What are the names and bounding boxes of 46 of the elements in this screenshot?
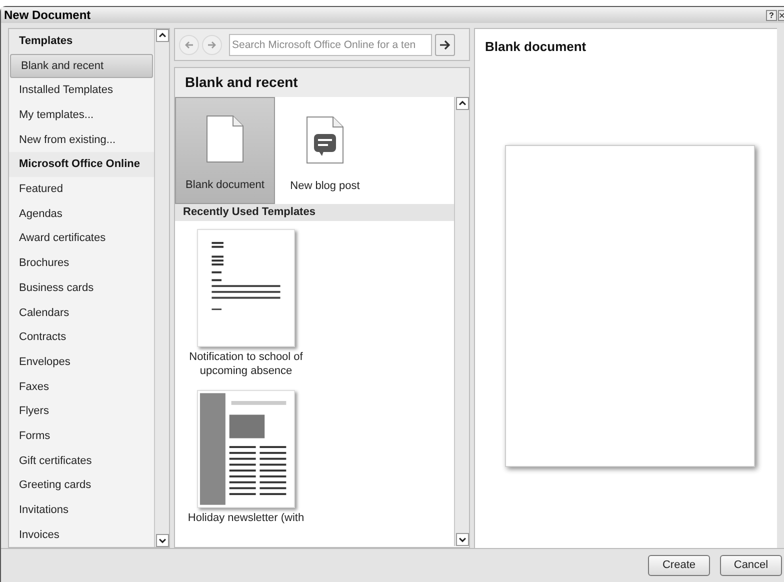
category-header: Microsoft Office Online bbox=[9, 152, 154, 178]
category-item[interactable]: Featured bbox=[9, 177, 154, 202]
close-icon[interactable] bbox=[778, 10, 784, 20]
category-item[interactable]: Blank and recent bbox=[10, 54, 153, 78]
recent-template[interactable]: Holiday newsletter (with bbox=[185, 390, 307, 525]
template-tile[interactable]: Blank document bbox=[175, 97, 275, 204]
category-item[interactable]: Contracts bbox=[9, 325, 154, 350]
gallery-heading: Blank and recent bbox=[175, 68, 469, 97]
category-item[interactable]: Brochures bbox=[9, 251, 154, 276]
arrow-right-icon bbox=[207, 40, 217, 50]
category-item[interactable]: Award certificates bbox=[9, 226, 154, 252]
scrollbar[interactable] bbox=[154, 29, 169, 547]
scroll-down-icon[interactable] bbox=[156, 534, 168, 547]
arrow-left-icon bbox=[184, 40, 194, 50]
scroll-down-icon[interactable] bbox=[456, 533, 468, 546]
category-item[interactable]: Invoices bbox=[9, 522, 154, 548]
scrollbar[interactable] bbox=[454, 97, 469, 546]
category-item[interactable]: Agendas bbox=[9, 202, 154, 226]
category-item[interactable]: Gift certificates bbox=[9, 448, 154, 474]
category-item[interactable]: New from existing... bbox=[9, 128, 154, 152]
arrow-right-icon bbox=[439, 40, 451, 50]
category-item[interactable]: Greeting cards bbox=[9, 473, 154, 498]
blank-page-icon bbox=[206, 114, 244, 162]
scroll-up-icon[interactable] bbox=[456, 97, 468, 110]
category-item[interactable]: My templates... bbox=[9, 103, 154, 128]
category-item[interactable]: Flyers bbox=[9, 399, 154, 424]
cancel-button[interactable]: Cancel bbox=[720, 555, 782, 576]
category-item[interactable]: Envelopes bbox=[9, 350, 154, 374]
blog-page-icon bbox=[306, 116, 344, 164]
category-item[interactable]: Invitations bbox=[9, 498, 154, 522]
scroll-up-icon[interactable] bbox=[156, 29, 168, 42]
category-item[interactable]: Calendars bbox=[9, 300, 154, 326]
category-item[interactable]: Business cards bbox=[9, 276, 154, 300]
search-field[interactable]: Search Microsoft Office Online for a ten bbox=[229, 34, 432, 56]
preview-title: Blank document bbox=[485, 38, 588, 56]
category-item[interactable]: Installed Templates bbox=[9, 78, 154, 104]
category-item[interactable]: Forms bbox=[9, 424, 154, 448]
section-header: Recently Used Templates bbox=[175, 204, 454, 221]
window-title: New Document bbox=[4, 7, 91, 24]
category-item[interactable]: Faxes bbox=[9, 374, 154, 400]
template-tile[interactable]: New blog post bbox=[275, 97, 375, 204]
search-go-button[interactable] bbox=[435, 34, 455, 56]
category-header: Templates bbox=[9, 29, 154, 54]
create-button[interactable]: Create bbox=[648, 555, 710, 576]
recent-template[interactable]: Notification to school of upcoming absence bbox=[185, 229, 307, 378]
help-button[interactable]: ? bbox=[766, 10, 777, 20]
